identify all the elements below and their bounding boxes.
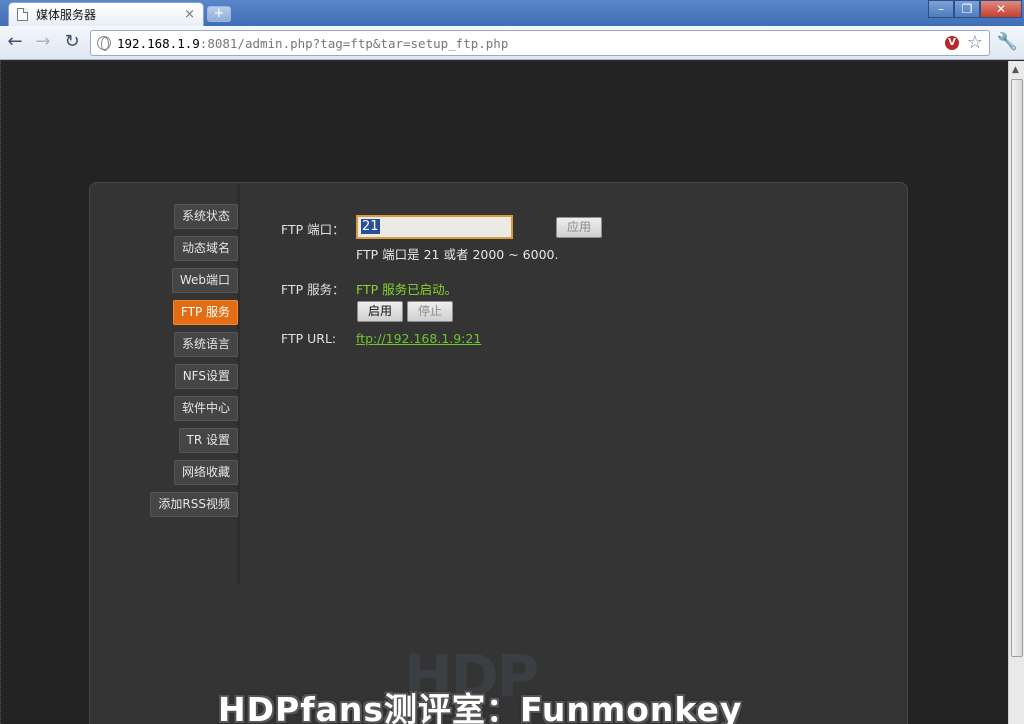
sidebar-item-language[interactable]: 系统语言 [173,332,238,357]
ftp-port-input[interactable]: 21 [356,215,513,239]
extension-icon[interactable]: V [945,36,959,50]
url-text[interactable]: 192.168.1.9:8081/admin.php?tag=ftp&tar=s… [117,36,508,51]
ftp-port-label: FTP 端口： [281,222,345,237]
browser-tab[interactable]: 媒体服务器 × [8,2,204,26]
close-window-button[interactable]: ✕ [980,0,1022,18]
sidebar-item-favorites[interactable]: 网络收藏 [173,460,238,485]
enable-button[interactable]: 启用 [357,301,404,322]
new-tab-button[interactable]: + [207,6,231,22]
ftp-url-link[interactable]: ftp://192.168.1.9:21 [356,331,481,346]
minimize-button[interactable]: – [928,0,954,18]
ftp-service-status: FTP 服务已启动。 [356,282,458,297]
globe-icon [97,36,111,51]
tab-close-icon[interactable]: × [184,7,195,22]
ftp-service-label: FTP 服务： [281,282,345,297]
sidebar-item-nfs[interactable]: NFS设置 [174,364,238,389]
restore-button[interactable]: ❐ [954,0,980,18]
back-icon[interactable]: ← [4,32,26,54]
forward-icon[interactable]: → [32,32,54,54]
scroll-up-icon[interactable]: ▲ [1012,65,1019,75]
apply-button[interactable]: 应用 [556,217,603,238]
address-bar[interactable]: 192.168.1.9:8081/admin.php?tag=ftp&tar=s… [90,30,990,56]
wrench-menu-icon[interactable]: 🔧 [997,32,1018,52]
sidebar-item-ddns[interactable]: 动态域名 [173,236,238,261]
bookmark-star-icon[interactable]: ☆ [967,32,983,53]
sidebar-item-web-port[interactable]: Web端口 [171,268,238,293]
reload-icon[interactable]: ↻ [61,32,83,54]
sidebar-item-software-center[interactable]: 软件中心 [173,396,238,421]
sidebar-item-system-status[interactable]: 系统状态 [173,204,238,229]
browser-toolbar: ← → ↻ 192.168.1.9:8081/admin.php?tag=ftp… [0,26,1024,60]
scrollbar-thumb[interactable] [1011,79,1023,657]
watermark-text: HDPfans测评室：Funmonkey [218,690,743,724]
ftp-url-label: FTP URL: [281,331,337,346]
title-bar: 媒体服务器 × + – ❐ ✕ [0,0,1024,26]
tab-title: 媒体服务器 [36,8,97,22]
port-hint: FTP 端口是 21 或者 2000 ~ 6000. [356,247,559,262]
sidebar-item-ftp-service[interactable]: FTP 服务 [172,300,238,325]
window-controls: – ❐ ✕ [928,0,1022,18]
stop-button[interactable]: 停止 [407,301,454,322]
vertical-scrollbar[interactable]: ▲ [1008,61,1024,724]
page-icon [17,8,28,21]
sidebar-item-add-rss[interactable]: 添加RSS视频 [150,492,238,517]
sidebar-item-tr-settings[interactable]: TR 设置 [178,428,238,453]
